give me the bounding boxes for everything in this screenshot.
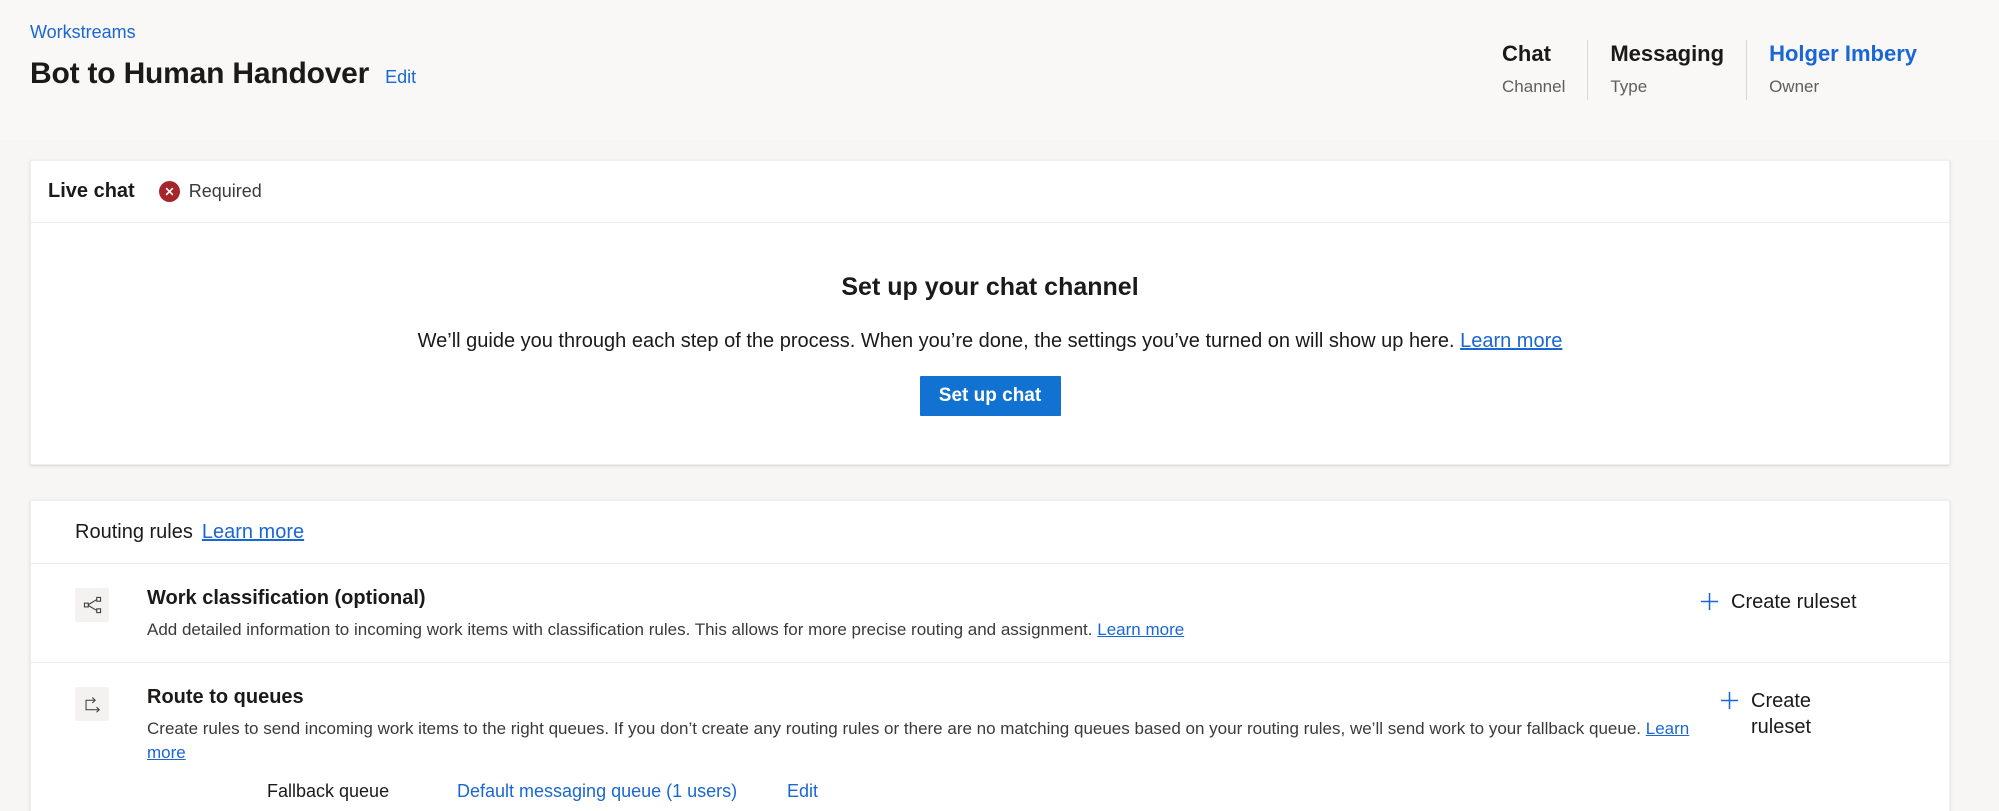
meta-type: Messaging Type xyxy=(1587,40,1746,100)
live-chat-empty-state: Set up your chat channel We’ll guide you… xyxy=(31,223,1949,416)
route-arrow-icon xyxy=(75,687,109,721)
rule-title-work-classification: Work classification (optional) xyxy=(147,587,426,609)
rule-title-route-to-queues: Route to queues xyxy=(147,686,304,708)
create-ruleset-label-route-to-queues: Create ruleset xyxy=(1751,690,1812,738)
meta-owner: Holger Imbery Owner xyxy=(1746,40,1939,100)
meta-type-value: Messaging xyxy=(1610,41,1725,66)
rule-desc-work-classification: Add detailed information to incoming wor… xyxy=(147,618,1677,642)
live-chat-card-header: Live chat Required xyxy=(31,161,1949,223)
rule-body-route-to-queues: Route to queues Create rules to send inc… xyxy=(109,684,1719,802)
header-left: Workstreams Bot to Human Handover Edit xyxy=(0,0,416,92)
plus-icon xyxy=(1699,591,1720,617)
empty-state-learn-more-link[interactable]: Learn more xyxy=(1460,330,1562,352)
plus-icon xyxy=(1719,690,1740,716)
empty-state-description: We’ll guide you through each step of the… xyxy=(31,328,1949,354)
x-circle-icon xyxy=(158,181,180,202)
rule-row-route-to-queues: Route to queues Create rules to send inc… xyxy=(31,663,1949,811)
page-title: Bot to Human Handover xyxy=(30,57,370,90)
rule-desc-route-to-queues: Create rules to send incoming work items… xyxy=(147,717,1697,765)
rule-row-work-classification: Work classification (optional) Add detai… xyxy=(31,564,1949,663)
create-ruleset-button-route-to-queues[interactable]: Create ruleset xyxy=(1719,684,1949,740)
routing-rules-learn-more-link[interactable]: Learn more xyxy=(202,521,304,544)
meta-channel-label: Channel xyxy=(1502,77,1566,96)
breadcrumb-workstreams[interactable]: Workstreams xyxy=(30,20,136,44)
rule-desc-text-route-to-queues: Create rules to send incoming work items… xyxy=(147,719,1641,738)
routing-rules-card: Routing rules Learn more Work classifica… xyxy=(30,500,1950,811)
required-label: Required xyxy=(188,181,262,201)
create-ruleset-button-work-classification[interactable]: Create ruleset xyxy=(1699,585,1949,617)
page-header: Workstreams Bot to Human Handover Edit C… xyxy=(0,0,1999,140)
routing-rules-header: Routing rules Learn more xyxy=(31,501,1949,564)
rule-body-work-classification: Work classification (optional) Add detai… xyxy=(109,585,1699,642)
set-up-chat-button[interactable]: Set up chat xyxy=(919,376,1061,416)
fallback-queue-row: Fallback queue Default messaging queue (… xyxy=(147,781,1697,802)
meta-type-label: Type xyxy=(1610,77,1648,96)
empty-state-description-text: We’ll guide you through each step of the… xyxy=(417,330,1455,352)
required-badge: Required xyxy=(158,181,262,202)
share-nodes-icon xyxy=(75,588,109,622)
fallback-queue-edit-link[interactable]: Edit xyxy=(787,781,818,802)
meta-owner-label: Owner xyxy=(1769,77,1820,96)
routing-rules-title: Routing rules xyxy=(75,520,193,543)
rule-learn-more-work-classification[interactable]: Learn more xyxy=(1097,620,1184,639)
meta-channel-value: Chat xyxy=(1502,41,1551,66)
edit-title-link[interactable]: Edit xyxy=(385,67,416,88)
title-row: Bot to Human Handover Edit xyxy=(30,56,416,92)
empty-state-title: Set up your chat channel xyxy=(841,273,1139,301)
fallback-queue-label: Fallback queue xyxy=(267,781,390,801)
header-meta: Chat Channel Messaging Type Holger Imber… xyxy=(1480,0,1999,100)
create-ruleset-label-work-classification: Create ruleset xyxy=(1731,591,1857,613)
meta-owner-value[interactable]: Holger Imbery xyxy=(1769,40,1917,68)
live-chat-title: Live chat xyxy=(48,180,135,202)
rule-desc-text-work-classification: Add detailed information to incoming wor… xyxy=(147,620,1093,639)
live-chat-card: Live chat Required Set up your chat chan… xyxy=(30,160,1950,465)
fallback-queue-value[interactable]: Default messaging queue (1 users) xyxy=(457,781,787,802)
meta-channel: Chat Channel xyxy=(1480,40,1587,100)
